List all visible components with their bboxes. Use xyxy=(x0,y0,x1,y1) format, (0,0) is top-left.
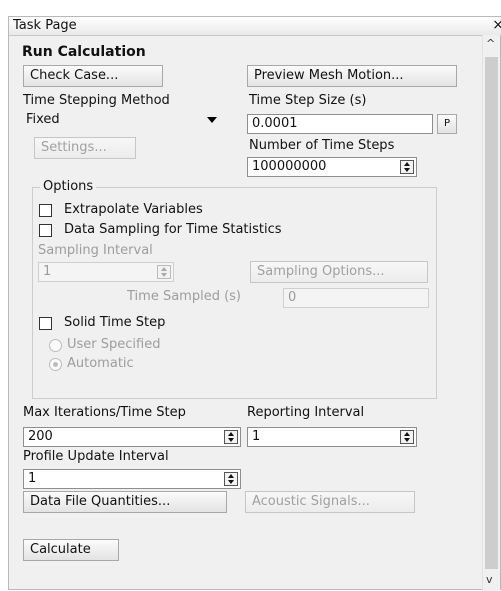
task-page-panel: Task Page × Run Calculation Check Case..… xyxy=(8,16,501,591)
automatic-label: Automatic xyxy=(67,356,134,371)
settings-button[interactable]: Settings... xyxy=(34,137,136,159)
number-of-time-steps-input[interactable]: 100000000 xyxy=(247,157,417,177)
parameter-button[interactable]: P xyxy=(437,114,457,134)
reporting-interval-label: Reporting Interval xyxy=(247,405,365,420)
options-group-title: Options xyxy=(40,179,97,194)
extrapolate-variables-label: Extrapolate Variables xyxy=(64,202,203,217)
sampling-interval-input[interactable]: 1 xyxy=(38,262,174,282)
extrapolate-variables-checkbox[interactable] xyxy=(39,204,52,217)
window-title: Task Page xyxy=(13,18,77,33)
spinner-icon[interactable] xyxy=(224,430,238,444)
solid-time-step-checkbox[interactable] xyxy=(39,317,52,330)
sampling-interval-label: Sampling Interval xyxy=(38,243,153,258)
number-of-time-steps-value: 100000000 xyxy=(252,159,327,174)
time-stepping-method-label: Time Stepping Method xyxy=(23,93,170,108)
calculate-button[interactable]: Calculate xyxy=(23,539,119,561)
time-step-size-label: Time Step Size (s) xyxy=(249,93,367,108)
scroll-up-icon[interactable]: ^ xyxy=(486,37,495,50)
spinner-icon[interactable] xyxy=(400,430,414,444)
sampling-options-button[interactable]: Sampling Options... xyxy=(250,261,428,283)
user-specified-radio[interactable] xyxy=(49,339,62,352)
time-sampled-label: Time Sampled (s) xyxy=(127,289,241,304)
automatic-radio[interactable] xyxy=(49,358,62,371)
user-specified-label: User Specified xyxy=(67,337,161,352)
data-sampling-checkbox[interactable] xyxy=(39,224,52,237)
max-iterations-label: Max Iterations/Time Step xyxy=(23,405,186,420)
time-stepping-method-value: Fixed xyxy=(26,112,60,127)
vertical-scrollbar[interactable]: ^ v xyxy=(482,35,500,591)
close-icon[interactable]: × xyxy=(492,17,501,33)
solid-time-step-label: Solid Time Step xyxy=(64,315,166,330)
title-bar: Task Page × xyxy=(9,17,501,36)
max-iterations-input[interactable]: 200 xyxy=(23,427,241,447)
reporting-interval-value: 1 xyxy=(252,429,261,444)
acoustic-signals-button[interactable]: Acoustic Signals... xyxy=(245,491,415,513)
max-iterations-value: 200 xyxy=(28,429,53,444)
data-file-quantities-button[interactable]: Data File Quantities... xyxy=(23,491,227,513)
chevron-down-icon xyxy=(207,117,217,123)
time-sampled-input[interactable]: 0 xyxy=(283,288,429,308)
spinner-icon[interactable] xyxy=(157,265,171,279)
spinner-icon[interactable] xyxy=(224,472,238,486)
time-step-size-input[interactable]: 0.0001 xyxy=(247,114,433,134)
number-of-time-steps-label: Number of Time Steps xyxy=(249,138,395,153)
profile-update-interval-value: 1 xyxy=(28,471,37,486)
check-case-button[interactable]: Check Case... xyxy=(23,65,163,87)
scrollbar-thumb[interactable] xyxy=(485,57,498,569)
reporting-interval-input[interactable]: 1 xyxy=(247,427,417,447)
scroll-down-icon[interactable]: v xyxy=(486,573,493,586)
profile-update-interval-label: Profile Update Interval xyxy=(23,449,169,464)
preview-mesh-motion-button[interactable]: Preview Mesh Motion... xyxy=(247,65,457,87)
time-stepping-method-dropdown[interactable]: Fixed xyxy=(23,111,223,129)
page-heading: Run Calculation xyxy=(22,44,146,60)
sampling-interval-value: 1 xyxy=(43,264,52,279)
data-sampling-label: Data Sampling for Time Statistics xyxy=(64,222,282,237)
profile-update-interval-input[interactable]: 1 xyxy=(23,469,241,489)
spinner-icon[interactable] xyxy=(400,160,414,174)
